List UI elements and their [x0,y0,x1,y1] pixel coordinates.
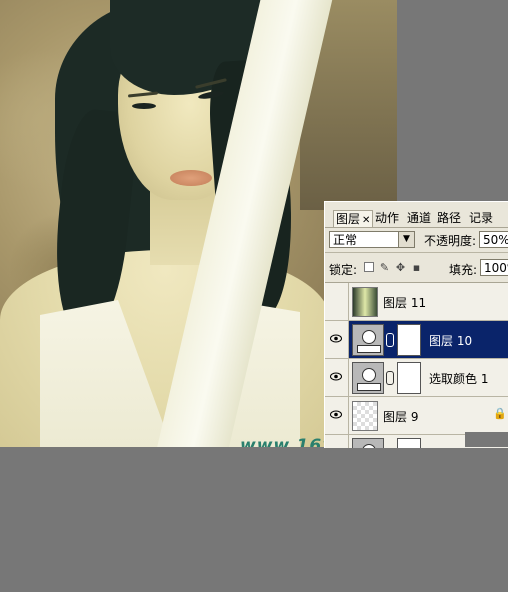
link-icon[interactable] [386,333,394,347]
eye-icon [330,334,342,343]
eye-icon [330,372,342,381]
opacity-input[interactable]: 50% [479,231,508,248]
visibility-toggle[interactable] [325,397,349,434]
mask-thumbnail[interactable] [397,438,421,448]
lock-brush-icon[interactable]: ✎ [379,262,390,273]
divider [325,252,508,253]
layer-name: 图层 11 [383,296,427,310]
lock-move-icon[interactable]: ✥ [395,262,406,273]
fill-label: 填充: [449,263,478,277]
link-icon[interactable] [386,371,394,385]
layer-name: 图层 9 [383,410,419,424]
mask-thumbnail[interactable] [397,324,421,356]
eye [132,103,156,109]
layer-row[interactable]: 选取颜色 1 [325,359,508,397]
layer-name: 图层 10 [429,334,473,348]
lips [170,170,212,186]
mask-thumbnail[interactable] [397,362,421,394]
eye-icon [330,410,342,419]
layer-row[interactable]: 图层 9 🔒 [325,397,508,435]
chevron-down-icon[interactable]: ▼ [398,232,414,247]
opacity-label: 不透明度: [424,234,477,248]
visibility-toggle[interactable] [325,359,349,396]
visibility-toggle[interactable] [325,283,349,320]
tab-history-label: 记录 [469,211,494,225]
layer-row[interactable]: 图层 11 [325,283,508,321]
workspace-background [465,432,508,447]
panel-tabs: 图层 ✕ 动作 通道 路径 记录 [325,210,508,228]
lock-all-icon[interactable]: ▪ [411,262,422,273]
layer-thumbnail [352,287,378,317]
tab-history[interactable]: 记录 [467,210,495,226]
lock-label: 锁定: [329,263,358,277]
layer-name: 选取颜色 1 [429,372,489,386]
layer-row-selected[interactable]: 图层 10 [325,321,508,359]
close-icon[interactable]: ✕ [362,215,370,226]
visibility-toggle[interactable] [325,321,349,358]
fill-input[interactable]: 100% [480,259,508,276]
adjustment-thumbnail [352,438,384,448]
visibility-toggle[interactable] [325,435,349,448]
blend-mode-value: 正常 [333,233,358,247]
layers-list: 图层 11 图层 10 选取颜色 1 图层 9 🔒 [325,282,508,448]
tab-layers[interactable]: 图层 ✕ [333,210,374,227]
blend-mode-select[interactable]: 正常 ▼ [329,231,415,248]
lock-transparency-icon[interactable] [364,262,374,272]
adjustment-thumbnail [352,362,384,394]
tab-actions[interactable]: 动作 [373,210,401,226]
layer-thumbnail [352,401,378,431]
tab-channels[interactable]: 通道 [405,210,433,226]
adjustment-thumbnail [352,324,384,356]
tab-paths[interactable]: 路径 [435,210,463,226]
lock-icon: 🔒 [493,407,507,420]
layers-panel: 图层 ✕ 动作 通道 路径 记录 正常 ▼ 不透明度: 50% 锁定: ✎ ✥ ▪… [324,201,508,448]
